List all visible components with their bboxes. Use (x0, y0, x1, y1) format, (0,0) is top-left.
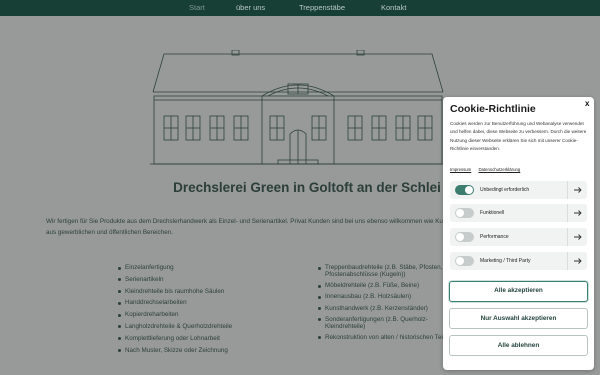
accept-all-button[interactable]: Alle akzeptieren (449, 281, 588, 302)
cookie-category-performance: Performance (450, 228, 587, 246)
cookie-title: Cookie-Richtlinie (450, 103, 536, 115)
nav-item-ueber-uns[interactable]: über uns (236, 3, 265, 12)
category-label: Unbedingt erforderlich (480, 187, 530, 193)
cookie-category-functional: Funktionell (450, 204, 587, 222)
category-label: Funktionell (480, 210, 505, 216)
cookie-category-necessary: Unbedingt erforderlich (450, 181, 587, 199)
close-button[interactable]: x (585, 99, 589, 108)
arrow-right-icon (574, 258, 582, 264)
necessary-toggle[interactable] (455, 185, 474, 195)
privacy-policy-link[interactable]: Datenschutzerklärung (478, 167, 520, 172)
impressum-link[interactable]: Impressum (450, 167, 471, 172)
nav-item-kontakt[interactable]: Kontakt (381, 3, 406, 12)
category-label: Marketing / Third Party (480, 258, 531, 264)
category-label: Performance (480, 234, 509, 240)
nav-item-treppenstaebe[interactable]: Treppenstäbe (299, 3, 345, 12)
arrow-right-icon (574, 187, 582, 193)
performance-toggle[interactable] (455, 232, 474, 242)
arrow-right-icon (574, 210, 582, 216)
toggle-knob (465, 186, 473, 194)
nav-item-start[interactable]: Start (189, 3, 205, 12)
reject-all-button[interactable]: Alle ablehnen (449, 335, 588, 356)
toggle-knob (456, 233, 464, 241)
expand-arrow-button[interactable] (567, 252, 587, 270)
expand-arrow-button[interactable] (567, 181, 587, 199)
accept-selection-button[interactable]: Nur Auswahl akzeptieren (449, 308, 588, 329)
toggle-knob (456, 209, 464, 217)
cookie-links: Impressum Datenschutzerklärung (450, 167, 526, 172)
expand-arrow-button[interactable] (567, 228, 587, 246)
functional-toggle[interactable] (455, 208, 474, 218)
cookie-description: Cookies werden zur Benutzerführung und W… (450, 121, 587, 152)
expand-arrow-button[interactable] (567, 204, 587, 222)
toggle-knob (456, 257, 464, 265)
cookie-consent-panel: Cookie-Richtlinie x Cookies werden zur B… (443, 97, 594, 370)
arrow-right-icon (574, 234, 582, 240)
top-navigation: Start über uns Treppenstäbe Kontakt (0, 0, 600, 16)
cookie-category-marketing: Marketing / Third Party (450, 252, 587, 270)
marketing-toggle[interactable] (455, 256, 474, 266)
